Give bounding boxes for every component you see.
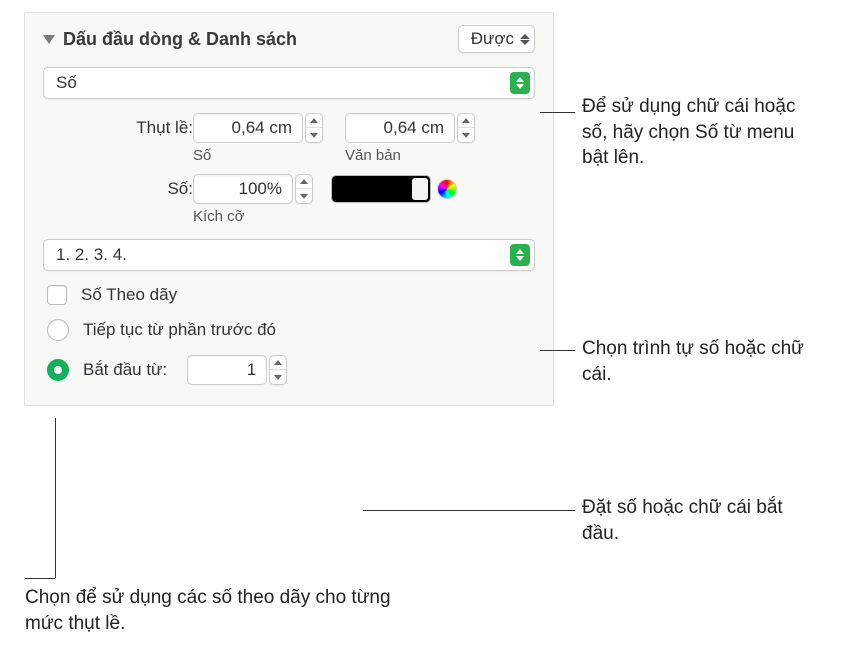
number-indent-stepper[interactable] [305, 113, 323, 143]
text-indent-sublabel: Văn bản [345, 147, 401, 164]
continue-radio-label: Tiếp tục từ phần trước đó [83, 320, 276, 340]
list-style-label: Được [471, 29, 514, 49]
size-input[interactable]: 100% [193, 174, 293, 204]
chevron-up-icon [462, 118, 470, 123]
chevron-up-icon [310, 118, 318, 123]
continue-radio-row: Tiếp tục từ phần trước đó [47, 319, 535, 341]
number-indent-sublabel: Số [193, 147, 211, 164]
start-from-radio[interactable] [47, 359, 69, 381]
start-from-radio-row: Bắt đầu từ: 1 [47, 355, 535, 385]
size-sublabel: Kích cỡ [193, 208, 245, 225]
tiered-numbers-checkbox[interactable] [47, 285, 67, 305]
color-well[interactable] [331, 175, 431, 203]
disclosure-triangle-icon[interactable] [43, 35, 55, 44]
callout-line [540, 350, 575, 351]
chevron-up-icon [300, 179, 308, 184]
color-wheel-icon[interactable] [437, 179, 457, 199]
continue-radio[interactable] [47, 319, 69, 341]
number-indent-input[interactable]: 0,64 cm [193, 113, 303, 143]
chevron-down-icon [310, 133, 318, 138]
chevron-down-icon [462, 133, 470, 138]
start-from-stepper[interactable] [269, 355, 287, 385]
text-indent-col: 0,64 cm Văn bản [345, 113, 475, 164]
callout-line [540, 112, 575, 113]
updown-icon [510, 244, 530, 266]
section-title: Dấu đầu dòng & Danh sách [63, 29, 450, 50]
callout-line [363, 510, 575, 511]
list-style-select[interactable]: Được [458, 25, 535, 53]
size-row: Số: 100% Kích cỡ [43, 174, 535, 225]
size-label: Số: [43, 174, 193, 199]
chevron-up-icon [274, 360, 282, 365]
chevron-down-icon [300, 194, 308, 199]
start-from-input[interactable]: 1 [187, 355, 267, 385]
updown-icon [520, 34, 530, 45]
indent-label: Thụt lề: [43, 113, 193, 138]
tiered-numbers-row: Số Theo dãy [47, 285, 535, 305]
number-format-label: 1. 2. 3. 4. [56, 245, 510, 265]
start-from-radio-label: Bắt đầu từ: [83, 360, 167, 380]
size-stepper[interactable] [295, 174, 313, 204]
bullet-type-label: Số [56, 73, 510, 93]
chevron-down-icon [274, 375, 282, 380]
callout-start: Đặt số hoặc chữ cái bắt đầu. [582, 495, 822, 546]
indent-row: Thụt lề: 0,64 cm Số 0,64 cm [43, 113, 535, 164]
bullets-lists-panel: Dấu đầu dòng & Danh sách Được Số Thụt lề… [24, 12, 554, 406]
tiered-numbers-label: Số Theo dãy [81, 285, 177, 305]
callout-line [25, 578, 55, 579]
callout-tiered: Chọn để sử dụng các số theo dãy cho từng… [25, 585, 425, 636]
section-header: Dấu đầu dòng & Danh sách Được [43, 25, 535, 53]
callout-format: Chọn trình tự số hoặc chữ cái. [582, 336, 822, 387]
bullet-type-select[interactable]: Số [43, 67, 535, 99]
number-indent-col: 0,64 cm Số [193, 113, 323, 164]
callout-line [55, 418, 56, 578]
text-indent-input[interactable]: 0,64 cm [345, 113, 455, 143]
text-indent-stepper[interactable] [457, 113, 475, 143]
number-format-select[interactable]: 1. 2. 3. 4. [43, 239, 535, 271]
callout-type: Để sử dụng chữ cái hoặc số, hãy chọn Số … [582, 94, 822, 171]
updown-icon [510, 72, 530, 94]
